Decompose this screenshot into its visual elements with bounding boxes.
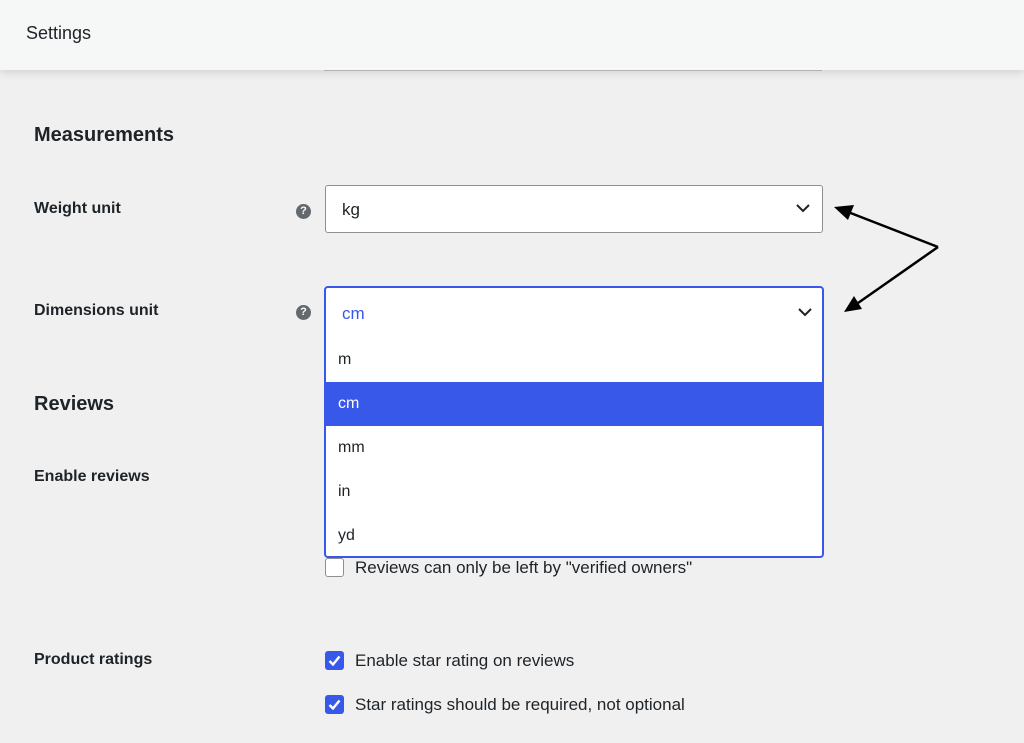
dropdown-option-cm[interactable]: cm (326, 382, 822, 426)
weight-unit-select[interactable]: kg (325, 185, 823, 233)
dropdown-option-in[interactable]: in (326, 470, 822, 514)
weight-unit-value: kg (342, 200, 360, 219)
dropdown-option-yd[interactable]: yd (326, 514, 822, 558)
checkmark-icon (328, 655, 341, 667)
dimensions-unit-value: cm (342, 304, 365, 323)
dimensions-unit-label: Dimensions unit (34, 302, 159, 319)
dimensions-unit-select[interactable]: cm m cm mm in yd (324, 286, 824, 558)
weight-unit-label: Weight unit (34, 200, 121, 217)
enable-reviews-label: Enable reviews (34, 468, 150, 485)
measurements-heading: Measurements (34, 124, 175, 146)
top-bar: Settings (0, 0, 1024, 70)
verified-owners-checkbox[interactable] (325, 558, 344, 577)
verified-owners-label: Reviews can only be left by "verified ow… (355, 558, 693, 577)
page-title: Settings (26, 23, 92, 43)
chevron-down-icon (798, 308, 812, 317)
reviews-heading: Reviews (34, 393, 115, 415)
product-ratings-label: Product ratings (34, 651, 153, 668)
star-required-label: Star ratings should be required, not opt… (355, 695, 685, 714)
dropdown-option-m[interactable]: m (326, 338, 822, 382)
divider (324, 70, 822, 71)
star-required-checkbox[interactable] (325, 695, 344, 714)
annotation-arrow-icon (834, 205, 939, 312)
help-icon[interactable]: ? (296, 305, 311, 320)
dropdown-option-mm[interactable]: mm (326, 426, 822, 470)
enable-star-rating-checkbox[interactable] (325, 651, 344, 670)
chevron-down-icon (796, 204, 810, 213)
help-icon[interactable]: ? (296, 204, 311, 219)
enable-star-rating-label: Enable star rating on reviews (355, 651, 575, 670)
checkmark-icon (328, 699, 341, 711)
